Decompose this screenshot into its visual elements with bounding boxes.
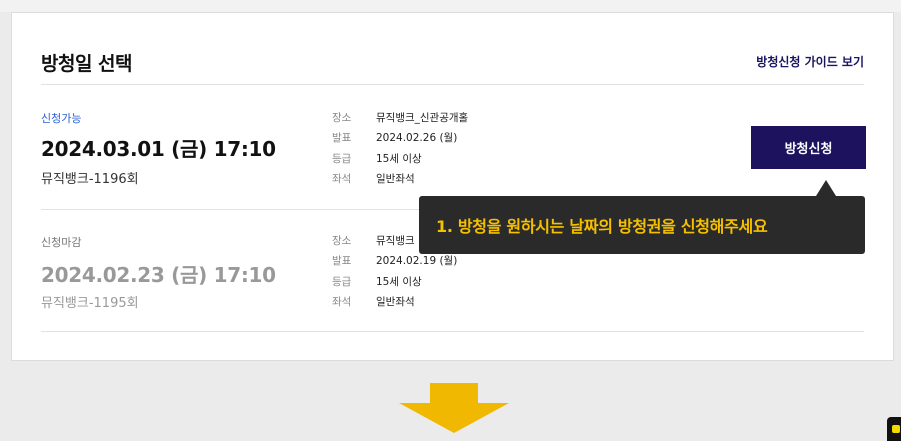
info-row-grade: 등급 15세 이상 <box>332 271 457 292</box>
tooltip-pointer <box>816 180 836 196</box>
corner-widget-dot <box>892 425 900 433</box>
grade-value: 15세 이상 <box>376 275 422 288</box>
info-row-announce: 발표 2024.02.26 (월) <box>332 128 468 149</box>
info-row-grade: 등급 15세 이상 <box>332 148 468 169</box>
header-divider <box>41 84 864 85</box>
down-arrow-icon <box>399 403 509 433</box>
session-info: 장소 뮤직뱅크_신관공개홀 발표 2024.02.26 (월) 등급 15세 이… <box>332 107 468 189</box>
info-row-seat: 좌석 일반좌석 <box>332 292 457 313</box>
grade-label: 등급 <box>332 152 352 165</box>
section-title: 방청일 선택 <box>41 53 133 75</box>
down-arrow-icon <box>430 383 478 404</box>
venue-label: 장소 <box>332 234 352 247</box>
apply-button[interactable]: 방청신청 <box>751 126 866 169</box>
guide-link[interactable]: 방청신청 가이드 보기 <box>756 53 864 70</box>
bottom-divider <box>41 331 864 332</box>
session-date: 2024.02.23 (금) 17:10 <box>41 263 276 287</box>
seat-label: 좌석 <box>332 173 352 186</box>
info-row-venue: 장소 뮤직뱅크_신관공개홀 <box>332 107 468 128</box>
info-row-seat: 좌석 일반좌석 <box>332 169 468 190</box>
announce-label: 발표 <box>332 132 352 145</box>
announce-value: 2024.02.19 (월) <box>376 255 458 268</box>
grade-value: 15세 이상 <box>376 152 422 165</box>
seat-value: 일반좌석 <box>376 296 415 309</box>
seat-value: 일반좌석 <box>376 173 415 186</box>
announce-label: 발표 <box>332 255 352 268</box>
venue-value: 뮤직뱅크 <box>376 234 415 247</box>
session-select-card: 방청일 선택 방청신청 가이드 보기 신청가능 2024.03.01 (금) 1… <box>11 12 894 361</box>
venue-value: 뮤직뱅크_신관공개홀 <box>376 111 469 124</box>
venue-label: 장소 <box>332 111 352 124</box>
grade-label: 등급 <box>332 275 352 288</box>
status-badge: 신청마감 <box>41 236 82 249</box>
seat-label: 좌석 <box>332 296 352 309</box>
top-background <box>0 0 901 12</box>
episode-label: 뮤직뱅크-1196회 <box>41 172 139 187</box>
session-date: 2024.03.01 (금) 17:10 <box>41 137 276 161</box>
guide-tooltip: 1. 방청을 원하시는 날짜의 방청권을 신청해주세요 <box>419 196 865 254</box>
announce-value: 2024.02.26 (월) <box>376 132 458 145</box>
episode-label: 뮤직뱅크-1195회 <box>41 296 139 311</box>
status-badge: 신청가능 <box>41 112 82 125</box>
